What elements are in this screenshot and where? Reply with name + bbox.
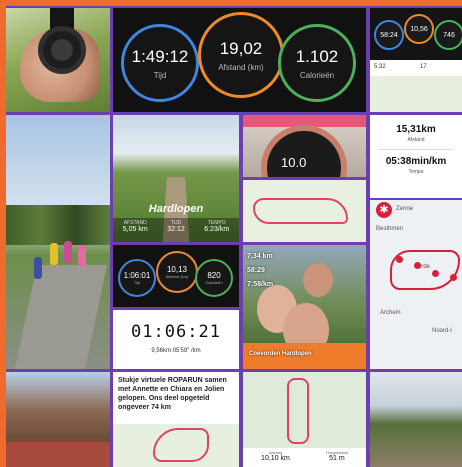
run-title: Hardlopen: [148, 203, 204, 215]
km-marker: [396, 256, 403, 263]
distance-label: Afstand (km): [218, 62, 264, 72]
trail-photo-tile[interactable]: [370, 372, 462, 467]
run-distance-value: 5,05 km: [122, 226, 148, 233]
small-calories-label: Calorieën: [205, 280, 223, 285]
watch-closeup-tile[interactable]: 10.0: [243, 115, 366, 177]
small-time-value: 1:06:01: [123, 271, 151, 280]
selfie-pace: 7:58/km: [247, 281, 274, 288]
trees-image: [6, 205, 110, 245]
tempo-pace-value: 05:38min/km: [385, 156, 447, 167]
map-place-label: Besthmen: [376, 226, 404, 232]
timer-pace: 05'59" /km: [172, 348, 201, 354]
workout-stats-tile[interactable]: 1:49:12 Tijd 19,02 Afstand (km) 1.102 Ca…: [113, 8, 366, 112]
run-time-value: 32:12: [167, 226, 185, 233]
route-line: [253, 198, 348, 224]
run-stats-bar: AFSTAND 5,05 km TIJD 32:12 TEMPO 6:23/km: [113, 218, 239, 242]
selfie-time: 58:29: [247, 267, 265, 274]
small-distance-label: Afstand (km): [165, 274, 189, 279]
timer-distance: 9,56km: [151, 348, 172, 354]
selfie-distance: 7,34 km: [247, 253, 273, 260]
route-map-places-tile[interactable]: ✱ Zenne Besthmen Eerde Archem Noord-l: [370, 200, 462, 369]
post-text: Stukje virtuele ROPARUN samen met Annett…: [118, 377, 227, 411]
runner-figure: [50, 243, 58, 265]
run-tempo-value: 6:23/km: [204, 226, 230, 233]
km-marker: [432, 270, 439, 277]
path-image: [14, 265, 108, 369]
calories-label: Calorieën: [299, 70, 335, 80]
km-marker: [450, 274, 457, 281]
small-time-ring: 1:06:01 Tijd: [118, 259, 156, 297]
route-line: [287, 378, 309, 444]
route-map: [243, 372, 366, 448]
mini-distance-value: 10,56: [410, 25, 428, 33]
mini-time-ring: 58:24: [374, 20, 404, 50]
post-text-tile[interactable]: Stukje virtuele ROPARUN samen met Annett…: [113, 372, 239, 467]
km-marker: [414, 262, 421, 269]
route-stats-footer: Afstand 10,10 km Hoogtewinst 51 m: [243, 450, 366, 462]
map-place-label: Archem: [380, 310, 401, 316]
small-calories-value: 820: [207, 271, 221, 280]
building-photo-tile[interactable]: [6, 372, 110, 467]
map-place-label: Noord-l: [432, 328, 452, 334]
runner-figure: [64, 241, 72, 263]
mini-calories-value: 746: [443, 31, 455, 39]
route-line: [153, 428, 209, 462]
run-summary-photo-tile[interactable]: Hardlopen AFSTAND 5,05 km TIJD 32:12 TEMPO…: [113, 115, 239, 242]
mini-stats-header: 58:24 10,56 746: [370, 8, 462, 60]
red-road-image: [6, 442, 110, 467]
map-place-label: Zenne: [396, 206, 414, 212]
route-map-tile[interactable]: [243, 180, 366, 242]
mini-stats-tile[interactable]: 58:24 10,56 746 5:32 17: [370, 8, 462, 112]
time-value: 1:49:12: [131, 46, 189, 66]
mini-time-value: 58:24: [380, 31, 398, 39]
workout-stats-small-tile[interactable]: 1:06:01 Tijd 10,13 Afstand (km) 820 Calo…: [113, 245, 239, 307]
mini-stat-left: 5:32: [374, 64, 386, 70]
route-distance-value: 10,10 km: [261, 455, 290, 462]
distance-ring: 19,02 Afstand (km): [198, 12, 284, 98]
person-face: [303, 263, 333, 297]
runner-figure: [78, 245, 86, 267]
watch-closeup-face: 10.0: [261, 125, 347, 177]
group-selfie-tile[interactable]: 7,34 km 58:29 7:58/km Coevorden Hardlope…: [243, 245, 366, 369]
mini-calories-ring: 746: [434, 20, 462, 50]
route-map-stats-tile[interactable]: Afstand 10,10 km Hoogtewinst 51 m: [243, 372, 366, 467]
timer-value: 01:06:21: [131, 322, 221, 342]
tempo-pace-label: Tempo: [408, 169, 424, 175]
post-route-map: [113, 424, 239, 467]
tempo-divider: [378, 149, 454, 150]
watch-face-image: [38, 26, 86, 74]
time-label: Tijd: [153, 70, 167, 80]
gear-icon: ✱: [376, 202, 392, 218]
mini-stat-right: 17: [420, 64, 427, 70]
tempo-distance-label: Afstand: [407, 137, 425, 143]
calories-value: 1.102: [295, 46, 339, 66]
small-distance-ring: 10,13 Afstand (km): [156, 251, 198, 293]
timer-stats: 9,56km 05'59" /km: [113, 348, 239, 354]
tempo-distance-value: 15,31km: [396, 124, 436, 135]
time-ring: 1:49:12 Tijd: [121, 24, 199, 102]
small-calories-ring: 820 Calorieën: [195, 259, 233, 297]
mini-route-map: [370, 76, 462, 112]
runner-figure: [34, 257, 42, 279]
runners-photo-tile[interactable]: [6, 115, 110, 369]
route-elevation-value: 51 m: [329, 455, 345, 462]
watch-display-value: 10.0: [281, 155, 307, 170]
watch-photo-tile[interactable]: [6, 8, 110, 112]
timer-card-tile[interactable]: 01:06:21 9,56km 05'59" /km: [113, 310, 239, 369]
tempo-card-tile[interactable]: 15,31km Afstand 05:38min/km Tempo: [370, 115, 462, 198]
small-distance-value: 10,13: [166, 265, 188, 274]
distance-value: 19,02: [219, 38, 263, 58]
calories-ring: 1.102 Calorieën: [278, 24, 356, 102]
mini-distance-ring: 10,56: [404, 14, 434, 44]
selfie-caption: Coevorden Hardlopen: [249, 351, 312, 357]
small-time-label: Tijd: [133, 280, 141, 285]
